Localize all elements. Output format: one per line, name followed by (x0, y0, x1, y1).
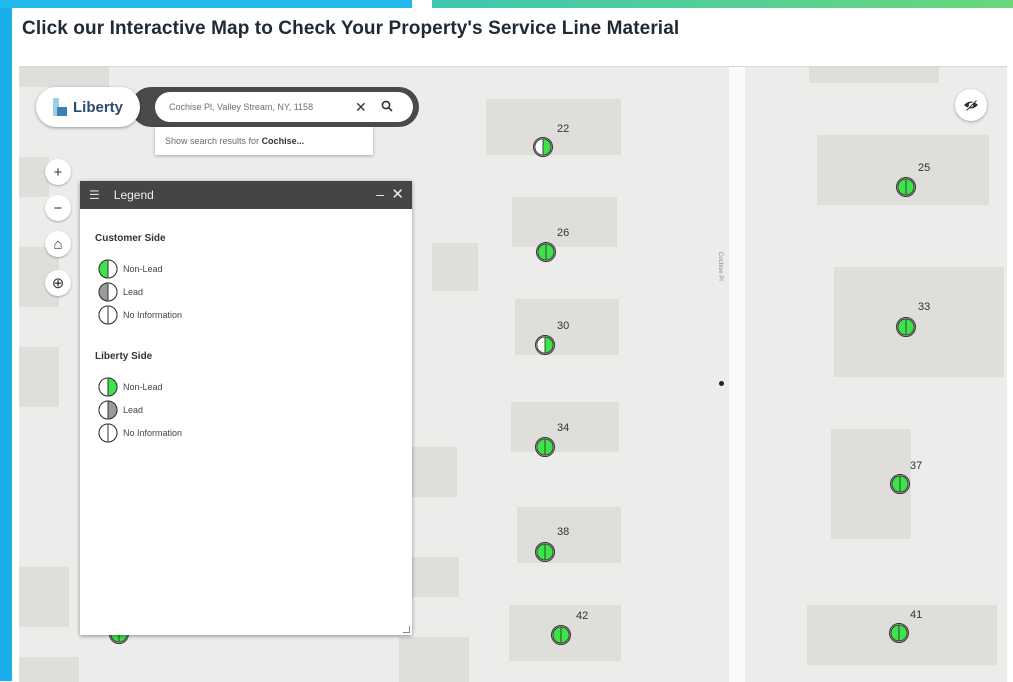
zoom-in-button[interactable]: + (45, 159, 71, 185)
building (19, 347, 59, 407)
address-number-label: 37 (910, 460, 923, 472)
zoom-out-button[interactable]: − (45, 195, 71, 221)
road (729, 67, 745, 682)
page-heading: Click our Interactive Map to Check Your … (22, 18, 680, 39)
building (432, 243, 478, 291)
legend-header[interactable]: ☰ Legend – ✕ (80, 181, 412, 209)
address-number-label: 30 (557, 320, 570, 332)
service-line-marker[interactable] (896, 317, 916, 337)
service-line-marker[interactable] (896, 177, 916, 197)
minus-icon: − (53, 199, 63, 217)
legend-item-label: Non-Lead (123, 382, 163, 392)
address-number-label: 42 (576, 610, 589, 622)
legend-swatch-icon (98, 400, 118, 420)
address-number-label: 26 (557, 227, 570, 239)
legend-item: Non-Lead (98, 377, 163, 397)
legend-item-label: No Information (123, 428, 183, 438)
address-number-label: 25 (918, 162, 931, 174)
building (834, 267, 1004, 377)
road-label: Cochise Pl (717, 252, 723, 281)
legend-swatch-icon (98, 377, 118, 397)
interactive-map[interactable]: Cochise Pl 22 26 30 34 38 42 25 33 37 41 Liberty … (19, 66, 1007, 682)
legend-item: Non-Lead (98, 259, 163, 279)
legend-panel: ☰ Legend – ✕ Customer Side Non-Lead Lead… (80, 181, 412, 635)
top-accent-bar-right (432, 0, 1013, 8)
address-number-label: 22 (557, 123, 570, 135)
legend-item-label: Lead (123, 287, 144, 297)
building (19, 657, 79, 682)
home-button[interactable]: ⌂ (45, 231, 71, 257)
address-number-label: 41 (910, 609, 923, 621)
service-line-marker[interactable] (535, 335, 555, 355)
resize-handle[interactable] (403, 626, 410, 633)
close-button[interactable]: ✕ (391, 185, 404, 203)
minimize-button[interactable]: – (376, 186, 384, 202)
legend-swatch-icon (98, 259, 118, 279)
locate-button[interactable]: ⊕ (45, 270, 71, 296)
building (409, 447, 457, 497)
service-line-marker[interactable] (551, 625, 571, 645)
building (486, 99, 621, 155)
building (19, 567, 69, 627)
legend-title: Legend (113, 188, 154, 202)
legend-item-label: Non-Lead (123, 264, 163, 274)
map-point (719, 381, 724, 386)
suggestion-prefix: Show search results for (165, 136, 260, 146)
service-line-marker[interactable] (889, 623, 909, 643)
legend-list-icon: ☰ (89, 188, 100, 202)
service-line-marker[interactable] (536, 242, 556, 262)
building (19, 67, 109, 87)
legend-item: No Information (98, 423, 182, 443)
building (809, 67, 939, 83)
address-number-label: 38 (557, 526, 570, 538)
building (19, 157, 49, 197)
legend-swatch-icon (98, 423, 118, 443)
legend-swatch-icon (98, 305, 118, 325)
building (512, 197, 617, 247)
legend-section-title: Liberty Side (95, 351, 153, 362)
left-accent-edge (0, 8, 12, 681)
plus-icon: + (53, 163, 63, 181)
legend-item: Lead (98, 282, 143, 302)
legend-section-title: Customer Side (95, 233, 166, 244)
legend-swatch-icon (98, 282, 118, 302)
legend-item-label: Lead (123, 405, 144, 415)
service-line-marker[interactable] (535, 542, 555, 562)
service-line-marker[interactable] (890, 474, 910, 494)
service-line-marker[interactable] (533, 137, 553, 157)
liberty-brand[interactable]: Liberty (36, 87, 140, 127)
address-number-label: 33 (918, 301, 931, 313)
brand-name: Liberty (72, 98, 123, 116)
toggle-visibility-button[interactable] (955, 89, 987, 121)
top-accent-bar-left (0, 0, 412, 8)
building (399, 637, 469, 682)
legend-item: Lead (98, 400, 143, 420)
liberty-logo-icon (52, 98, 67, 116)
search-input[interactable]: Cochise Pl, Valley Stream, NY, 1158 (169, 102, 349, 112)
search-suggestion[interactable]: Show search results for Cochise... (155, 127, 373, 155)
legend-item-label: No Information (123, 310, 183, 320)
suggestion-term: Cochise... (261, 136, 305, 146)
home-icon: ⌂ (53, 235, 63, 253)
service-line-marker[interactable] (535, 437, 555, 457)
address-number-label: 34 (557, 422, 570, 434)
search-icon[interactable] (381, 100, 393, 115)
eye-off-icon (964, 99, 978, 111)
search-box[interactable]: Cochise Pl, Valley Stream, NY, 1158 ✕ (155, 92, 413, 122)
clear-icon[interactable]: ✕ (355, 99, 367, 116)
locate-icon: ⊕ (51, 275, 65, 292)
legend-item: No Information (98, 305, 182, 325)
